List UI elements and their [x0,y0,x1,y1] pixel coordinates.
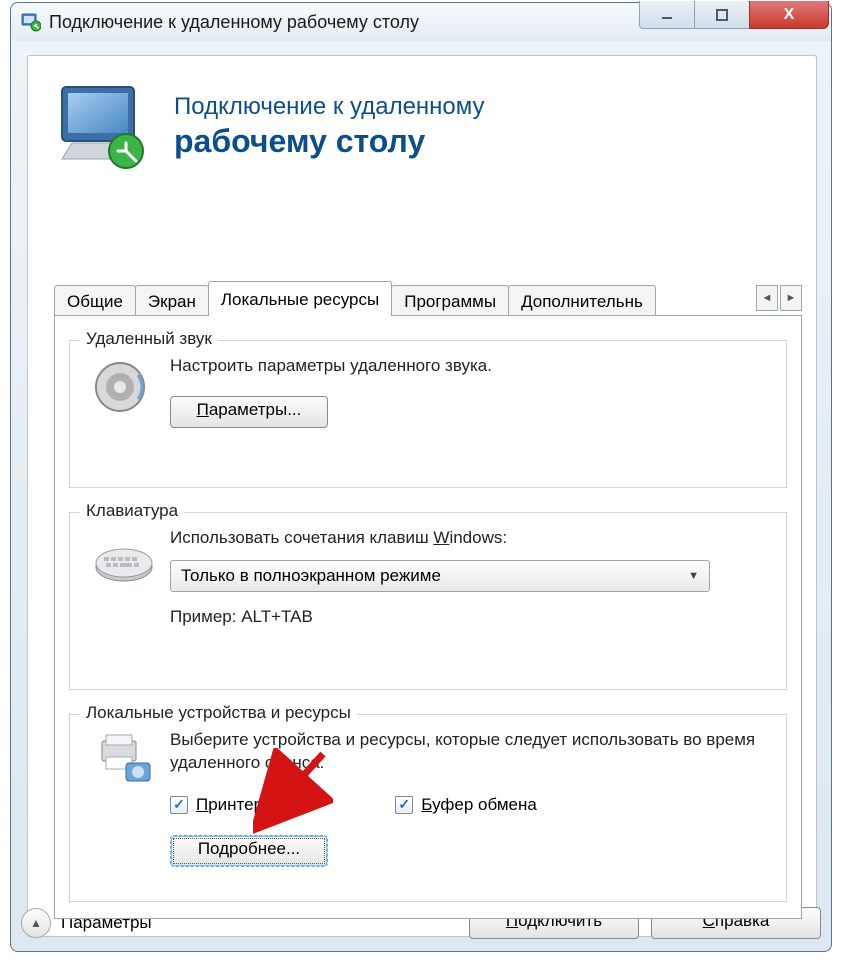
options-collapse-button[interactable]: ▲ [21,908,51,938]
banner-text: Подключение к удаленному рабочему столу [174,93,485,160]
tab-panel-local-resources: Удаленный звук Настроить параметры удале… [54,315,802,919]
checkbox-clipboard[interactable]: ✓ Буфер обмена [395,795,537,815]
keyboard-example: Пример: ALT+TAB [170,606,770,629]
keyboard-icon [92,531,156,587]
checkbox-icon: ✓ [170,796,188,814]
audio-desc: Настроить параметры удаленного звука. [170,355,770,378]
window-title: Подключение к удаленному рабочему столу [49,12,419,33]
chevron-up-icon: ▲ [30,916,42,930]
checkbox-printers[interactable]: ✓ Принтеры [170,795,275,815]
speaker-icon [92,359,156,415]
group-keyboard: Клавиатура Использовать сочетания клавиш… [69,512,787,690]
maximize-button[interactable] [694,1,750,29]
keyboard-combo[interactable]: Только в полноэкранном режиме ▼ [170,560,710,592]
devices-more-button[interactable]: Подробнее... [170,835,328,867]
banner-line1: Подключение к удаленному [174,93,485,121]
devices-desc: Выберите устройства и ресурсы, которые с… [170,729,770,775]
titlebar[interactable]: Подключение к удаленному рабочему столу … [11,3,831,41]
tab-scroll-left[interactable]: ◄ [756,285,778,311]
tab-local-resources[interactable]: Локальные ресурсы [208,281,392,316]
minimize-button[interactable] [639,1,695,29]
content-panel: Подключение к удаленному рабочему столу … [27,55,817,937]
checkbox-icon: ✓ [395,796,413,814]
rdp-window: Подключение к удаленному рабочему столу … [10,2,832,952]
rdp-banner-icon [54,81,154,171]
group-devices-legend: Локальные устройства и ресурсы [80,703,357,723]
window-controls: X [640,1,829,29]
close-button[interactable]: X [749,1,829,29]
chevron-down-icon: ▼ [688,570,699,582]
keyboard-combo-value: Только в полноэкранном режиме [181,566,441,586]
group-keyboard-legend: Клавиатура [80,501,184,521]
group-audio-legend: Удаленный звук [80,329,218,349]
group-remote-audio: Удаленный звук Настроить параметры удале… [69,340,787,488]
tabs: Общие Экран Локальные ресурсы Программы … [54,281,802,316]
group-local-devices: Локальные устройства и ресурсы Выберите … [69,714,787,902]
audio-settings-button[interactable]: Параметры... [170,396,328,428]
rdp-title-icon [21,12,41,32]
keyboard-desc: Использовать сочетания клавиш Windows: [170,527,770,550]
banner-line2: рабочему столу [174,123,485,160]
printer-devices-icon [92,733,156,789]
banner: Подключение к удаленному рабочему столу [28,56,816,196]
tab-scroll-right[interactable]: ► [780,285,802,311]
